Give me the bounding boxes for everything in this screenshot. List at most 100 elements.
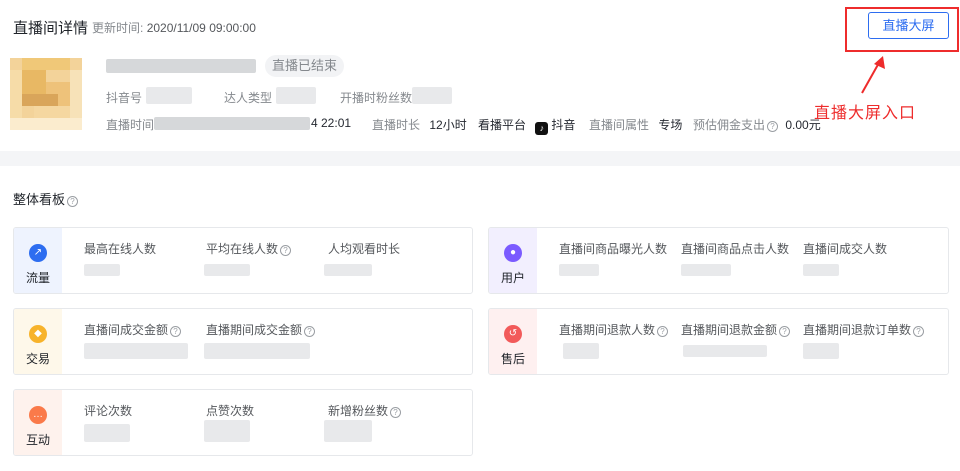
- metric-label: 直播间成交金额: [84, 323, 169, 337]
- chat-icon: …: [29, 406, 47, 424]
- avatar: [10, 58, 82, 130]
- metric-label: 直播间成交人数: [803, 242, 888, 256]
- metric-label: 直播间商品曝光人数: [559, 242, 668, 256]
- metric-label: 直播期间退款金额: [681, 323, 778, 337]
- question-circle-icon[interactable]: ?: [913, 326, 925, 337]
- card-category: 流量: [25, 271, 50, 285]
- live-time-value: 4 22:01: [311, 116, 352, 130]
- metric-value-redacted: [84, 343, 188, 359]
- user-icon: ●: [504, 244, 522, 262]
- board-title: 整体看板?: [13, 189, 79, 208]
- metric-label: 人均观看时长: [328, 242, 401, 256]
- question-circle-icon[interactable]: ?: [170, 326, 182, 337]
- question-circle-icon[interactable]: ?: [657, 326, 669, 337]
- live-time-redacted: [154, 117, 310, 130]
- douyin-id-label: 抖音号: [106, 91, 143, 105]
- metric-with-help: 新增粉丝数?: [328, 402, 402, 419]
- live-time-end: 4 22:01: [311, 116, 351, 130]
- metric-label: 直播期间退款订单数: [803, 323, 912, 337]
- status-badge: 直播已结束: [265, 55, 345, 77]
- metric-label: 点赞次数: [206, 404, 255, 418]
- card-category: 用户: [500, 271, 525, 285]
- metric-value-redacted: [84, 264, 120, 276]
- question-circle-icon[interactable]: ?: [779, 326, 791, 337]
- douyin-id-redacted: [146, 87, 192, 104]
- metric-label: 最高在线人数: [84, 242, 157, 256]
- card-transaction: ◆ 交易 直播间成交金额? 直播期间成交金额?: [13, 308, 473, 375]
- coin-icon: ◆: [29, 325, 47, 343]
- question-circle-icon[interactable]: ?: [767, 121, 779, 132]
- card-category: 售后: [500, 352, 525, 366]
- start-fans-label: 开播时粉丝数: [340, 91, 413, 105]
- metric-label: 直播期间成交金额: [206, 323, 303, 337]
- card-after-sales: ↺ 售后 直播期间退款人数? 直播期间退款金额? 直播期间退款订单数?: [488, 308, 949, 375]
- metric-value-redacted: [681, 264, 731, 276]
- creator-type: 达人类型: [224, 89, 272, 106]
- attribute-value: 专场: [658, 118, 683, 132]
- update-time-value: 2020/11/09 09:00:00: [146, 21, 256, 35]
- annotation-text: 直播大屏入口: [814, 105, 917, 122]
- metric-value-redacted: [559, 264, 599, 276]
- metric-label: 评论次数: [84, 404, 133, 418]
- metric-label: 直播间商品点击人数: [681, 242, 790, 256]
- card-category: 交易: [25, 352, 50, 366]
- question-circle-icon[interactable]: ?: [67, 196, 79, 207]
- metric-with-help: 直播期间退款人数?: [559, 321, 669, 338]
- room-name-redacted: [106, 59, 256, 73]
- creator-type-label: 达人类型: [224, 91, 273, 105]
- metric-value-redacted: [204, 420, 250, 442]
- trend-icon: ↗: [29, 244, 47, 262]
- metric-value-redacted: [324, 264, 372, 276]
- question-circle-icon[interactable]: ?: [280, 245, 292, 256]
- update-time-label: 更新时间:: [92, 21, 144, 35]
- metric-value-redacted: [803, 343, 839, 359]
- start-fans-redacted: [412, 87, 452, 104]
- overall-board: 整体看板? ↗ 流量 最高在线人数 平均在线人数? 人均观看时长 ● 用户 直播…: [0, 166, 960, 471]
- duration-label: 直播时长: [372, 118, 421, 132]
- metric-label: 新增粉丝数: [328, 404, 389, 418]
- duration-value: 12小时: [429, 118, 467, 132]
- platform: 看播平台 ♪ 抖音: [478, 116, 575, 135]
- live-time-label: 直播时间: [106, 118, 155, 132]
- update-time: 更新时间: 2020/11/09 09:00:00: [92, 19, 256, 36]
- annotation-arrow-icon: [861, 56, 885, 94]
- question-circle-icon[interactable]: ?: [390, 407, 402, 418]
- metric-value-redacted: [84, 424, 130, 442]
- metric-value-redacted: [683, 345, 767, 357]
- platform-label: 看播平台: [478, 118, 527, 132]
- duration: 直播时长 12小时: [372, 116, 467, 133]
- metric-value-redacted: [563, 343, 599, 359]
- card-interaction: … 互动 评论次数 点赞次数 新增粉丝数?: [13, 389, 473, 456]
- metric-with-help: 平均在线人数?: [206, 240, 292, 257]
- metric-value-redacted: [204, 343, 310, 359]
- start-fans: 开播时粉丝数: [340, 89, 412, 106]
- room-attribute: 直播间属性 专场: [589, 116, 682, 133]
- live-time: 直播时间: [106, 116, 154, 133]
- refund-icon: ↺: [504, 325, 522, 343]
- card-users: ● 用户 直播间商品曝光人数 直播间商品点击人数 直播间成交人数: [488, 227, 949, 294]
- tiktok-icon: ♪: [535, 122, 549, 135]
- metric-value-redacted: [803, 264, 839, 276]
- card-traffic: ↗ 流量 最高在线人数 平均在线人数? 人均观看时长: [13, 227, 473, 294]
- metric-with-help: 直播间成交金额?: [84, 321, 182, 338]
- metric-with-help: 直播期间成交金额?: [206, 321, 316, 338]
- question-circle-icon[interactable]: ?: [304, 326, 316, 337]
- metric-label: 平均在线人数: [206, 242, 279, 256]
- commission-value: 0.00元: [785, 118, 821, 132]
- board-title-text: 整体看板: [13, 192, 66, 207]
- douyin-id: 抖音号: [106, 89, 142, 106]
- commission: 预估佣金支出? 0.00元: [693, 116, 821, 133]
- creator-type-redacted: [276, 87, 316, 104]
- commission-label: 预估佣金支出: [693, 118, 766, 132]
- metric-with-help: 直播期间退款订单数?: [803, 321, 925, 338]
- metric-with-help: 直播期间退款金额?: [681, 321, 791, 338]
- live-room-header: 直播间详情 更新时间: 2020/11/09 09:00:00 直播大屏 直播大…: [0, 0, 960, 151]
- metric-value-redacted: [204, 264, 250, 276]
- annotation-highlight-box: [845, 7, 959, 52]
- metric-value-redacted: [324, 420, 372, 442]
- attribute-label: 直播间属性: [589, 118, 650, 132]
- platform-value: 抖音: [551, 118, 576, 132]
- metric-label: 直播期间退款人数: [559, 323, 656, 337]
- card-category: 互动: [25, 433, 50, 447]
- page-title: 直播间详情: [13, 20, 89, 37]
